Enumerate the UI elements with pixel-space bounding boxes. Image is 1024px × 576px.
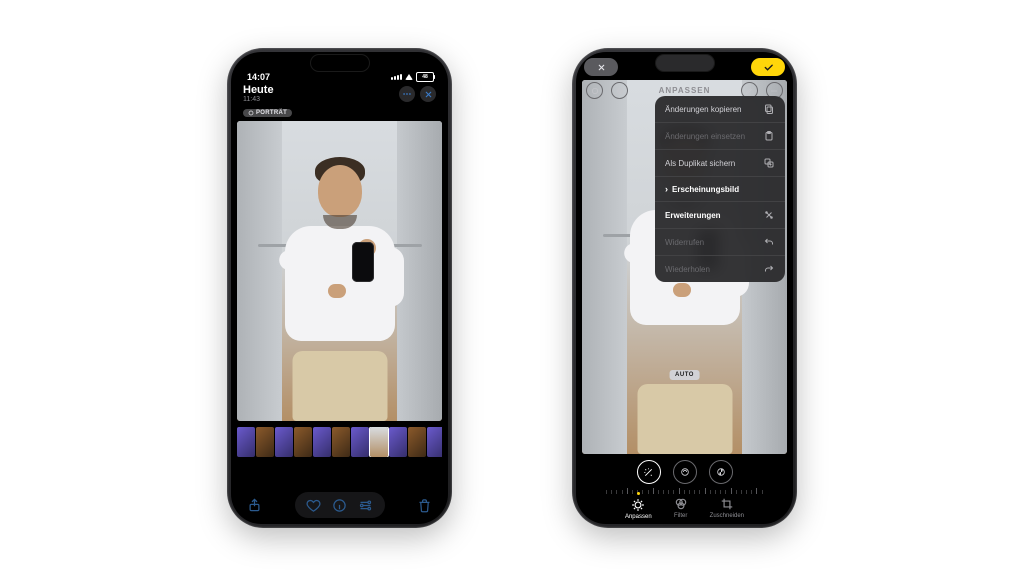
status-indicators: 48 — [391, 72, 434, 82]
photo-main[interactable] — [237, 121, 442, 421]
adjust-row — [576, 460, 793, 484]
paste-icon — [763, 130, 775, 142]
auto-badge: AUTO — [669, 370, 700, 380]
dynamic-island — [311, 55, 369, 71]
cancel-button[interactable] — [584, 58, 618, 76]
yinyang-icon — [716, 467, 726, 477]
confirm-button[interactable] — [751, 58, 785, 76]
menu-undo[interactable]: Widerrufen — [655, 229, 785, 256]
extensions-icon — [763, 209, 775, 221]
filter-icon — [674, 497, 688, 511]
menu-paste-edits[interactable]: Änderungen einsetzen — [655, 123, 785, 150]
duplicate-icon — [763, 157, 775, 169]
info-button[interactable] — [332, 498, 347, 513]
crop-icon — [720, 497, 734, 511]
menu-appearance[interactable]: ›Erscheinungsbild — [655, 177, 785, 202]
screen-right: ANPASSEN AUTO Änderungen kopieren — [576, 52, 793, 524]
context-menu: Änderungen kopieren Änderungen einsetzen… — [655, 96, 785, 282]
portrait-toggle[interactable] — [586, 82, 603, 99]
tab-label: Zuschneiden — [710, 513, 744, 519]
favorite-button[interactable] — [306, 498, 321, 513]
check-icon — [765, 65, 772, 70]
cellular-icon — [391, 74, 402, 80]
chevron-right-icon: › — [665, 184, 668, 194]
wand-icon — [643, 467, 654, 478]
close-button[interactable] — [420, 86, 436, 102]
tab-label: Filter — [674, 513, 687, 519]
menu-copy-edits[interactable]: Änderungen kopieren — [655, 96, 785, 123]
auto-adjust-button[interactable] — [637, 460, 661, 484]
phone-left: 14:07 48 Heute 11:43 PO — [227, 48, 452, 528]
dynamic-island — [656, 55, 714, 71]
tab-label: Anpassen — [625, 514, 652, 520]
screen-left: 14:07 48 Heute 11:43 PO — [231, 52, 448, 524]
undo-icon — [763, 236, 775, 248]
photo-header: Heute 11:43 — [231, 82, 448, 107]
thumbnail-selected[interactable] — [370, 427, 388, 457]
active-dot — [637, 492, 640, 495]
more-button[interactable] — [399, 86, 415, 102]
copy-icon — [763, 103, 775, 115]
page-title: Heute — [243, 84, 274, 96]
menu-extensions[interactable]: Erweiterungen — [655, 202, 785, 229]
tab-filter[interactable]: Filter — [674, 492, 688, 520]
tab-adjust[interactable]: Anpassen — [625, 492, 652, 520]
status-time: 14:07 — [247, 72, 270, 82]
brilliance-button[interactable] — [709, 460, 733, 484]
phone-right: ANPASSEN AUTO Änderungen kopieren — [572, 48, 797, 528]
tab-crop[interactable]: Zuschneiden — [710, 492, 744, 520]
portrait-badge: PORTRÄT — [243, 109, 292, 117]
redo-icon — [763, 263, 775, 275]
bottom-toolbar — [231, 492, 448, 518]
aperture-icon — [248, 110, 254, 116]
wifi-icon — [405, 74, 413, 80]
page-subtitle: 11:43 — [243, 96, 274, 103]
center-actions — [295, 492, 385, 518]
exposure-icon — [680, 467, 690, 477]
delete-button[interactable] — [417, 498, 432, 513]
share-button[interactable] — [247, 498, 262, 513]
edit-title: ANPASSEN — [659, 86, 711, 95]
exposure-button[interactable] — [673, 460, 697, 484]
menu-redo[interactable]: Wiederholen — [655, 256, 785, 282]
live-toggle[interactable] — [611, 82, 628, 99]
thumbnail-strip[interactable] — [237, 427, 442, 457]
edit-button[interactable] — [358, 498, 373, 513]
battery-icon: 48 — [416, 72, 434, 82]
menu-save-duplicate[interactable]: Als Duplikat sichern — [655, 150, 785, 177]
adjust-icon — [631, 498, 645, 512]
edit-tabs: Anpassen Filter Zuschneiden — [576, 492, 793, 520]
